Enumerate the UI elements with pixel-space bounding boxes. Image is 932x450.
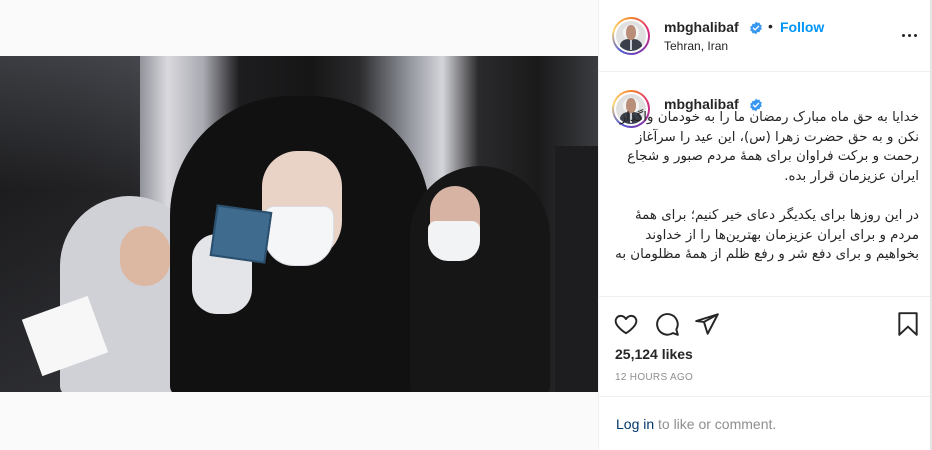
avatar[interactable] (614, 19, 648, 53)
caption-text: خدایا به حق ماه مبارک رمضان ما را به خود… (615, 110, 919, 263)
comment-prompt-text: to like or comment. (658, 416, 777, 432)
bookmark-icon[interactable] (895, 311, 921, 337)
separator-dot: • (768, 18, 773, 34)
likes-count[interactable]: 25,124 likes (615, 346, 693, 362)
comment-login-bar: Log in to like or comment. (599, 396, 932, 450)
verified-badge-icon (750, 21, 762, 35)
follow-button[interactable]: Follow (780, 19, 824, 35)
post-media-area (0, 0, 598, 450)
caption-scroll-area[interactable]: mbghalibaf خدایا به حق ماه مبارک رمضان م… (599, 73, 932, 295)
heart-icon[interactable] (613, 311, 639, 337)
post-dialog: mbghalibaf • Follow Tehran, Iran mbghali… (0, 0, 932, 450)
avatar-story-ring[interactable] (612, 17, 650, 55)
post-timestamp[interactable]: 12 HOURS AGO (615, 372, 693, 383)
login-link[interactable]: Log in (616, 416, 654, 432)
photo-mask-right (428, 221, 480, 261)
photo-figure-right (410, 166, 550, 392)
post-header: mbghalibaf • Follow Tehran, Iran (599, 0, 932, 72)
post-actions: 25,124 likes 12 HOURS AGO (599, 296, 932, 396)
username-link[interactable]: mbghalibaf (664, 19, 739, 35)
photo-figure-far-right (555, 146, 598, 392)
location-link[interactable]: Tehran, Iran (664, 39, 728, 53)
photo-mask-main (264, 206, 334, 266)
photo-prayer-book (209, 204, 273, 264)
post-photo[interactable] (0, 56, 598, 392)
comment-icon[interactable] (654, 311, 680, 337)
more-options-icon[interactable] (897, 23, 921, 47)
paper-plane-icon[interactable] (694, 311, 720, 337)
photo-face-left (120, 226, 170, 286)
post-side-panel: mbghalibaf • Follow Tehran, Iran mbghali… (598, 0, 932, 450)
